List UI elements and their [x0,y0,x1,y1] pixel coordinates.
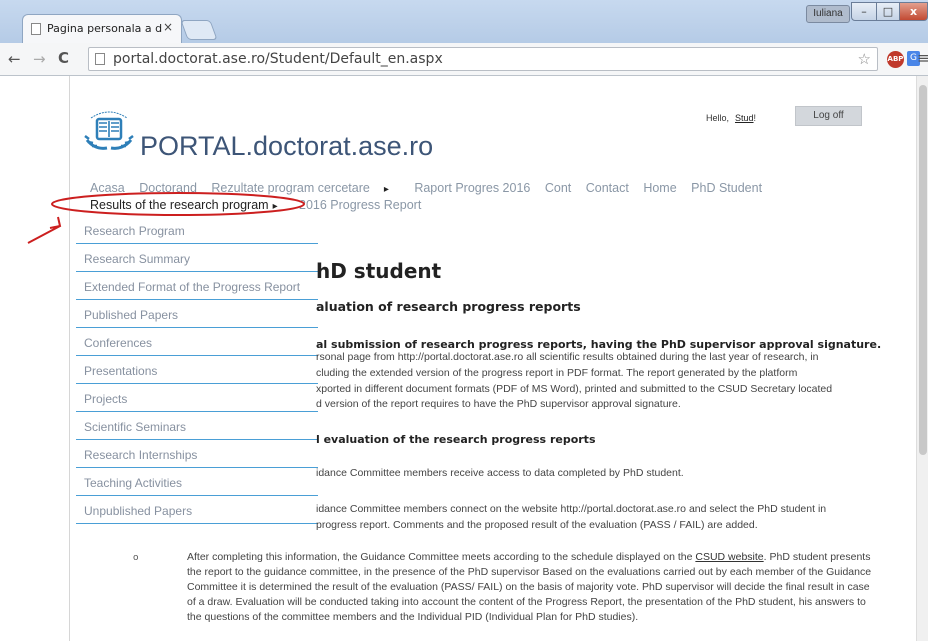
scrollbar-thumb[interactable] [919,85,927,455]
browser-tab[interactable]: Pagina personala a doctor × [22,14,182,43]
close-tab-icon[interactable]: × [163,20,173,34]
page-viewport: PORTAL.doctorat.ase.ro Hello, Stud! Log o… [0,76,916,641]
annotation-arrow [27,216,62,244]
url-text[interactable]: portal.doctorat.ase.ro/Student/Default_e… [113,51,443,67]
page-favicon-icon [31,23,41,35]
maximize-window-button[interactable]: □ [876,2,900,21]
browser-menu-icon[interactable]: ≡ [917,49,928,67]
browser-tabstrip: Pagina personala a doctor × Iuliana – □ … [0,0,928,43]
profile-button[interactable]: Iuliana [806,5,850,23]
tab-title: Pagina personala a doctor [47,22,162,35]
annotation-ellipse [51,192,305,216]
page-icon [95,53,105,65]
back-arrow-icon[interactable]: ← [8,50,21,68]
address-bar[interactable]: portal.doctorat.ase.ro/Student/Default_e… [88,47,878,71]
browser-toolbar: ← → C portal.doctorat.ase.ro/Student/Def… [0,43,928,76]
close-window-button[interactable]: x [899,2,928,21]
bookmark-star-icon[interactable]: ☆ [858,50,871,68]
new-tab-button[interactable] [180,20,218,40]
reload-icon[interactable]: C [58,49,69,67]
adblock-icon[interactable]: ABP [887,51,904,68]
forward-arrow-icon[interactable]: → [33,50,46,68]
minimize-window-button[interactable]: – [851,2,877,21]
annotation-overlay [27,192,305,244]
